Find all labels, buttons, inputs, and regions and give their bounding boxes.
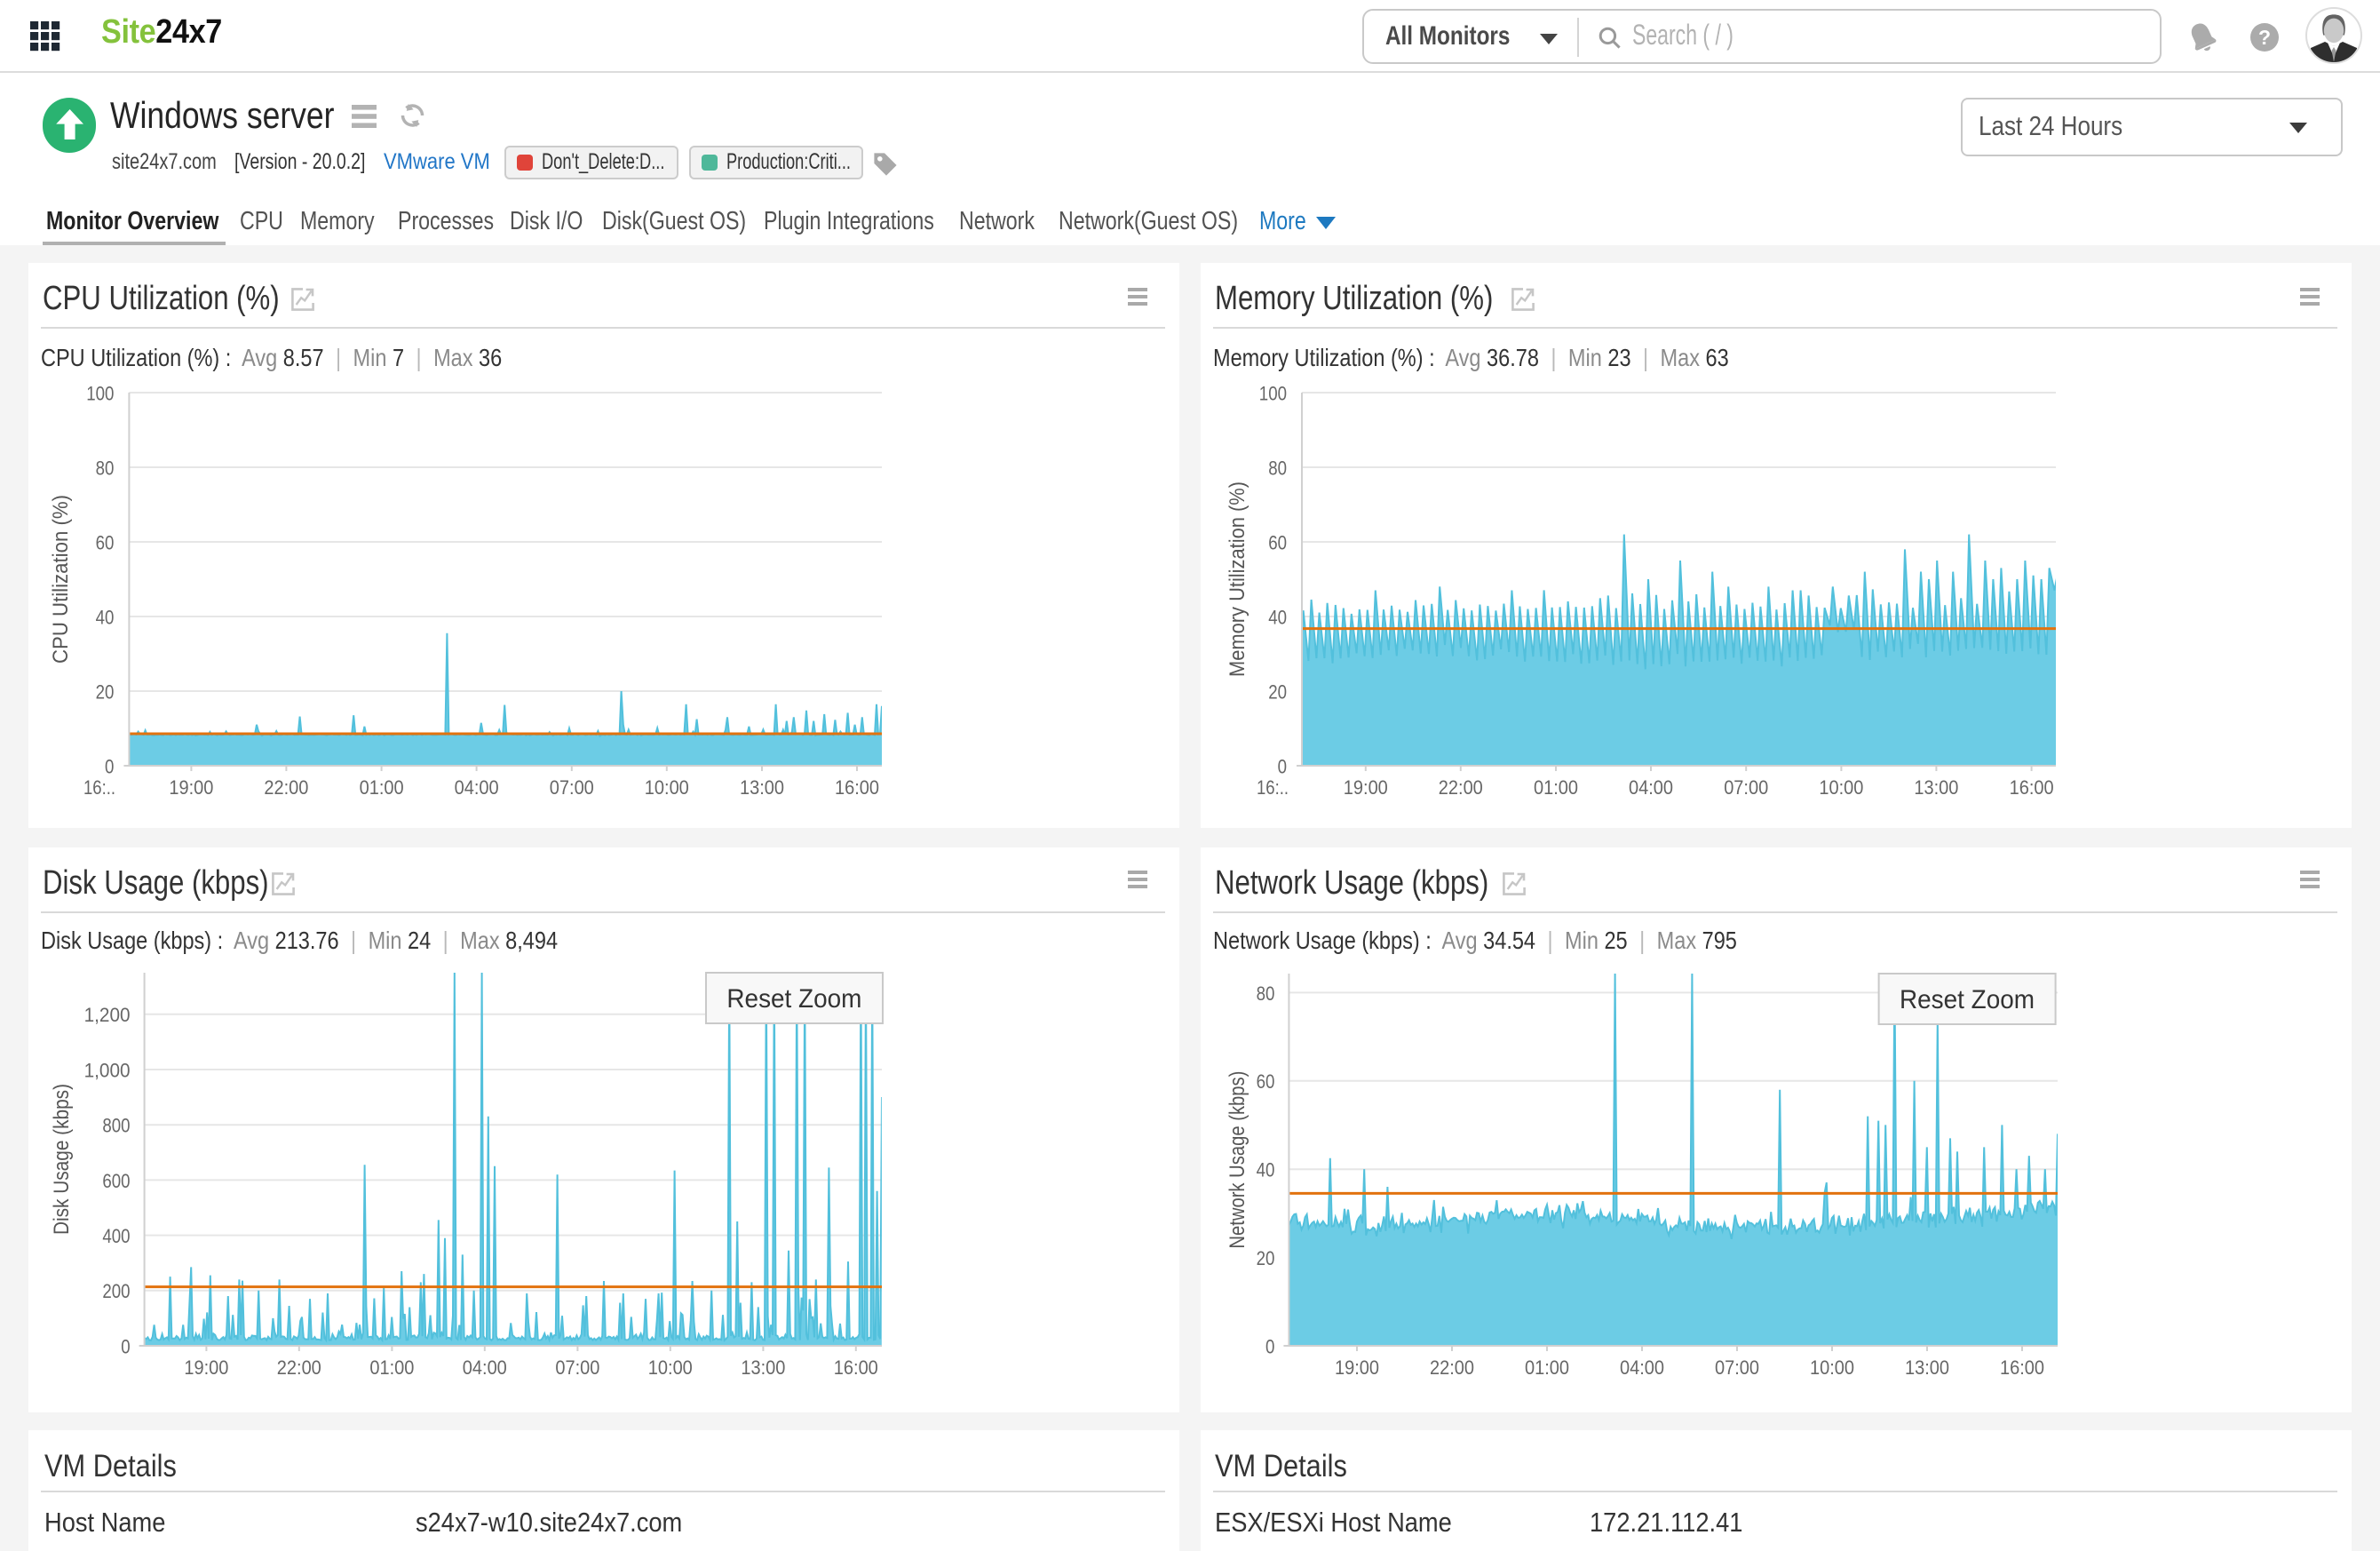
svg-text:?: ? xyxy=(2257,26,2270,49)
